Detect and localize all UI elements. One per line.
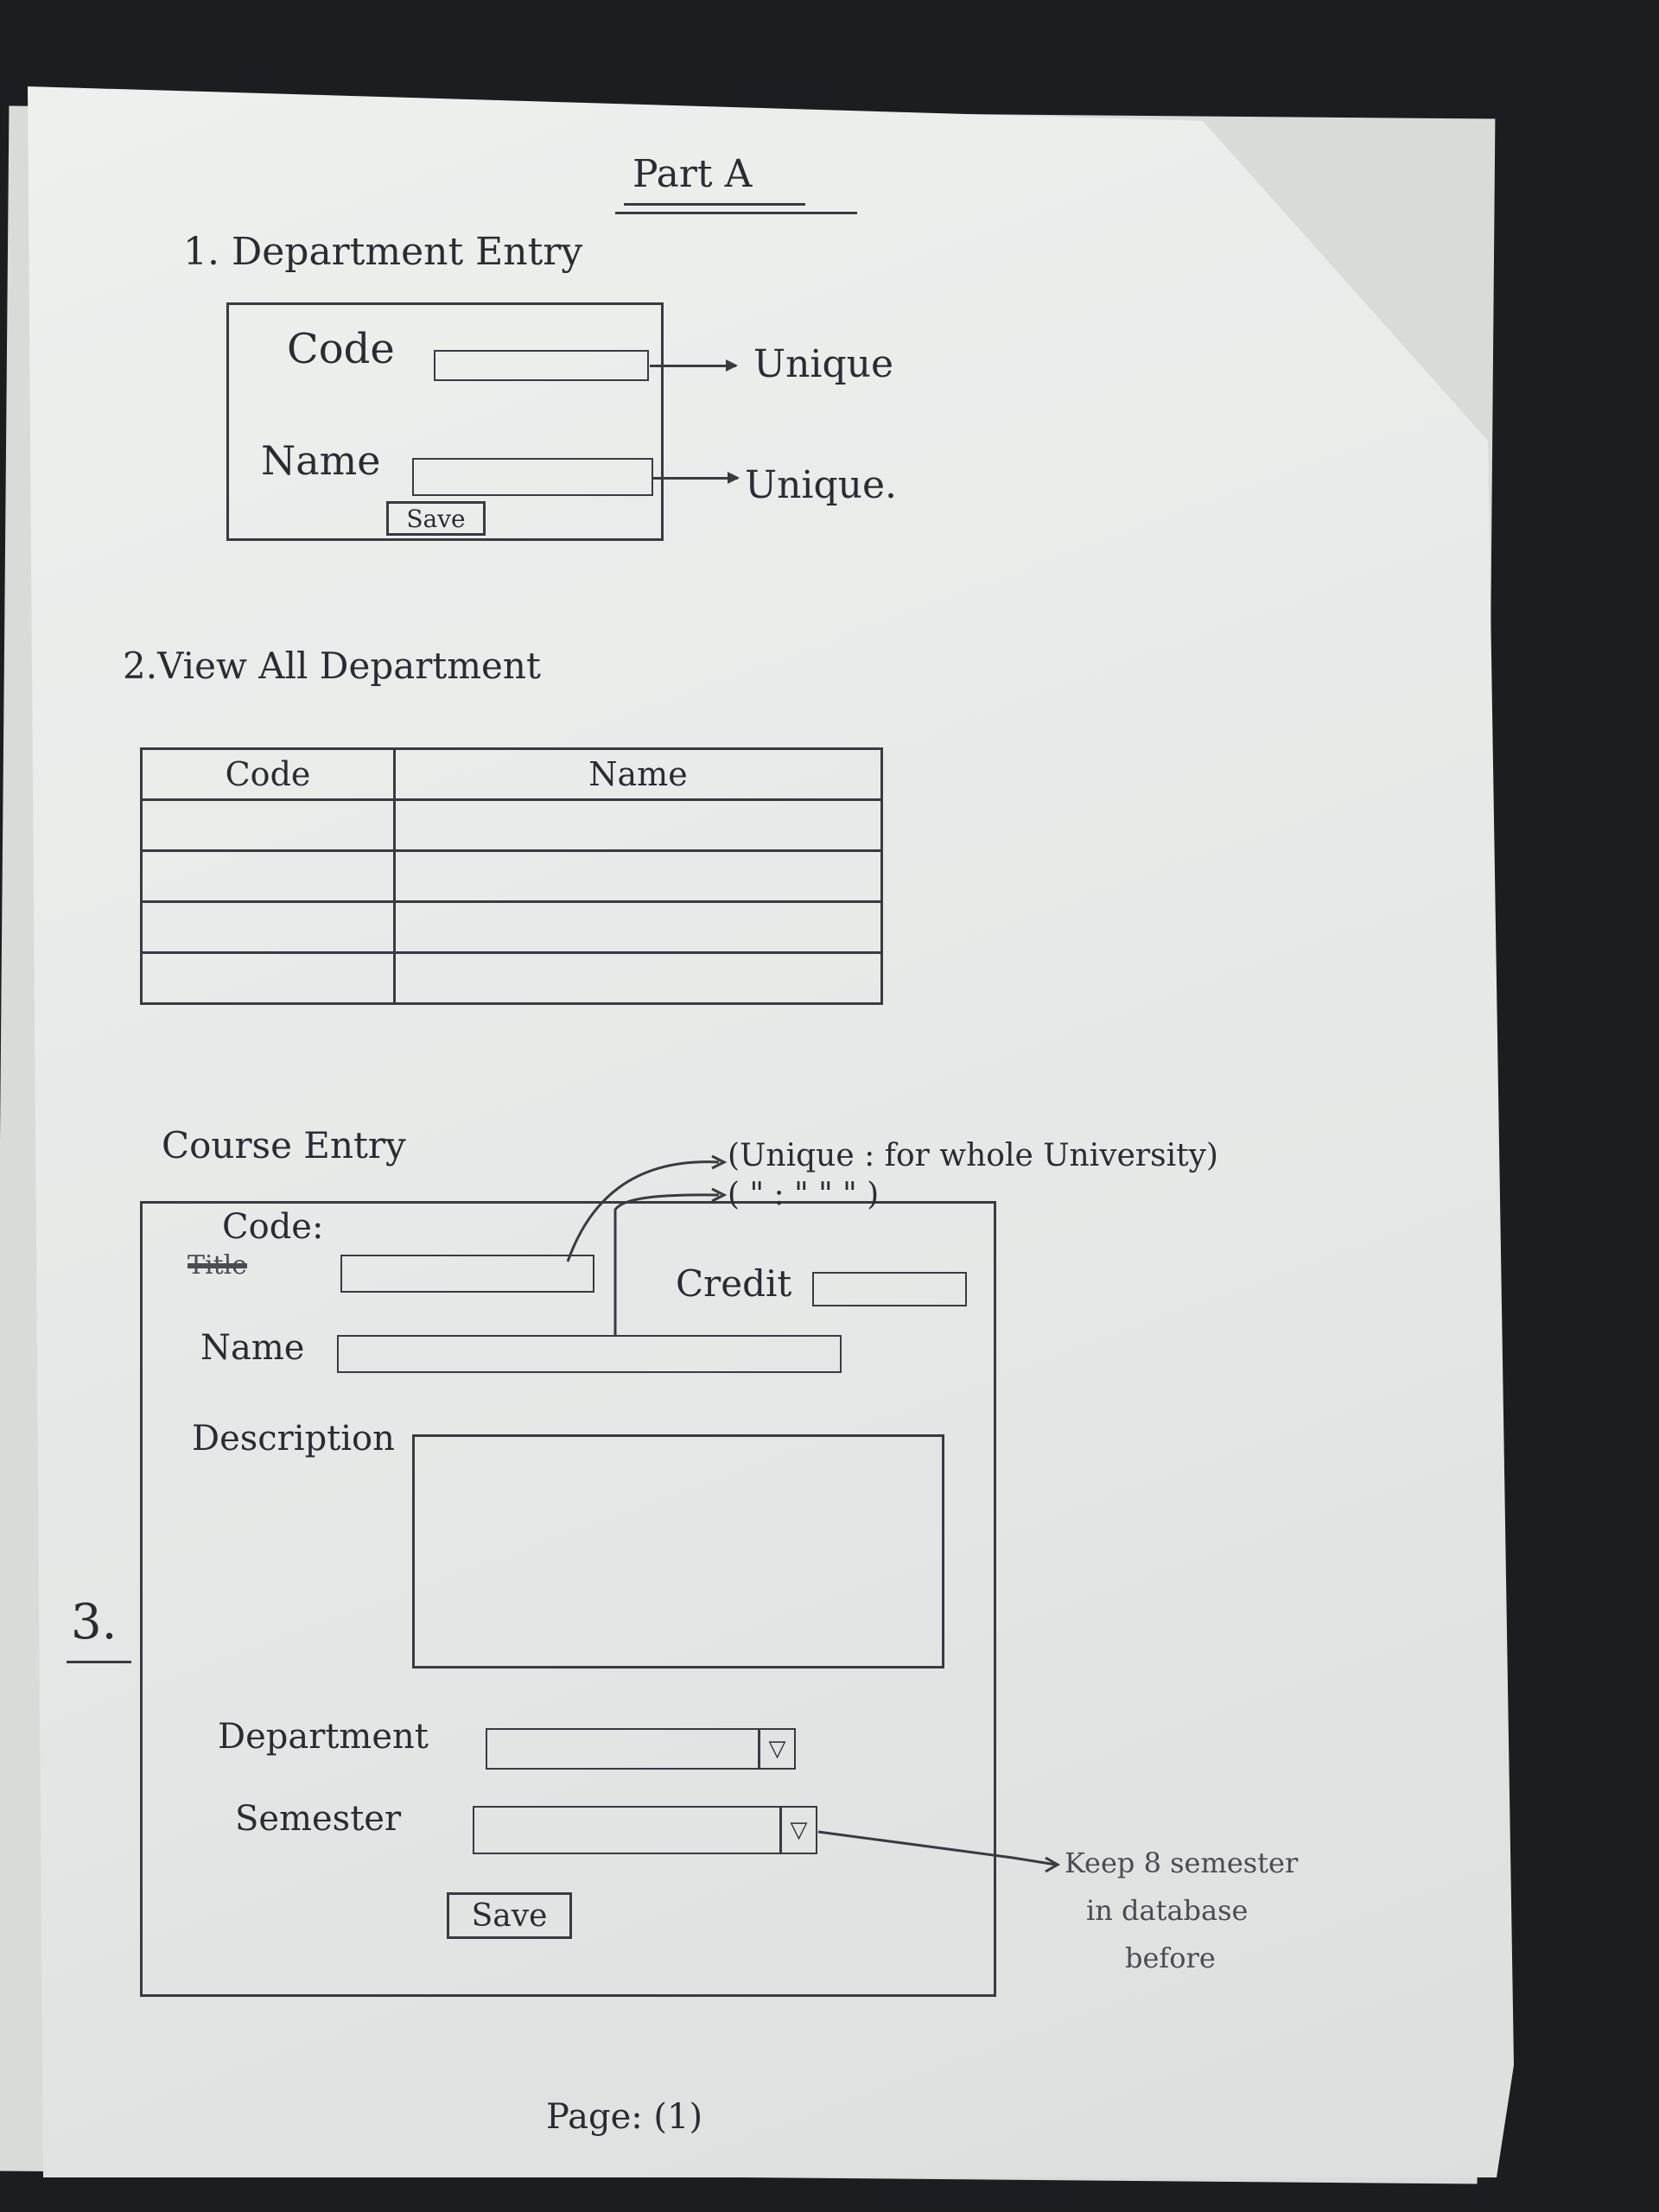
description-label: Description [192,1419,395,1459]
department-dropdown[interactable]: ▽ [486,1728,796,1770]
unique-university-note: (Unique : for whole University) [728,1138,1218,1173]
semester-note-line2: in database [1086,1894,1249,1927]
paper-sheet: Part A 1. Department Entry Code Unique N… [28,86,1514,2177]
course-save-button[interactable]: Save [447,1892,572,1939]
semester-note-line1: Keep 8 semester [1065,1847,1299,1879]
ditto-note: ( " : " " " ) [728,1177,880,1212]
semester-note-line3: before [1125,1942,1216,1974]
description-textarea[interactable] [412,1434,944,1669]
semester-dropdown[interactable]: ▽ [473,1806,817,1854]
semester-dropdown-label: Semester [235,1799,402,1839]
department-dropdown-label: Department [218,1717,429,1757]
triangle-down-icon[interactable]: ▽ [779,1808,816,1853]
page-number: Page: (1) [546,2097,703,2137]
triangle-down-icon[interactable]: ▽ [758,1730,794,1768]
